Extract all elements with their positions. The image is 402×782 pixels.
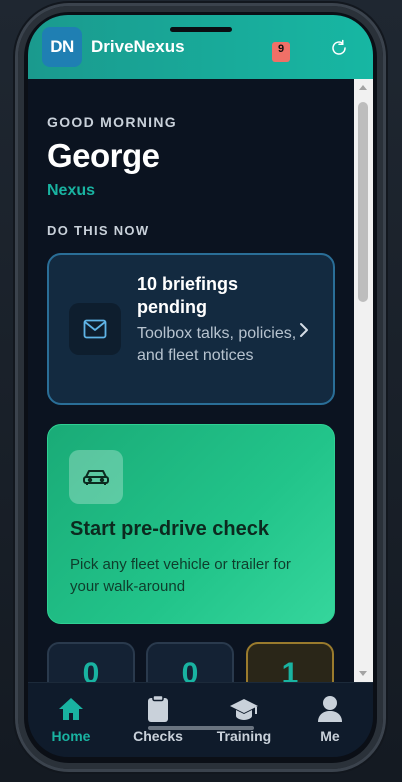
tab-checks[interactable]: Checks — [123, 695, 193, 744]
tab-training[interactable]: Training — [209, 695, 279, 744]
tab-label: Me — [320, 728, 340, 744]
pre-drive-subtitle: Pick any fleet vehicle or trailer for yo… — [70, 556, 291, 595]
clipboard-icon — [123, 695, 193, 723]
tab-label: Home — [51, 728, 91, 744]
tab-label: Checks — [133, 728, 183, 744]
chevron-right-icon — [300, 323, 308, 337]
main-content: GOOD MORNING George Nexus DO THIS NOW 10… — [28, 79, 354, 682]
bottom-tab-bar: Home Checks Training Me — [28, 682, 373, 757]
stat-value: 0 — [181, 657, 199, 682]
briefings-title: 10 briefings pending — [137, 274, 239, 317]
stat-value: 0 — [82, 657, 100, 682]
stat-value: 1 — [281, 657, 299, 682]
scroll-up-arrow[interactable] — [359, 85, 367, 90]
tab-label: Training — [216, 728, 272, 744]
app-logo: DN — [42, 27, 82, 67]
stat-card-warning[interactable]: 1 — [246, 642, 334, 682]
app-screen: DN DriveNexus 9 GOOD MORNING George Nexu… — [28, 15, 373, 757]
graduation-cap-icon — [209, 695, 279, 723]
pre-drive-title: Start pre-drive check — [70, 518, 269, 540]
briefings-card[interactable]: 10 briefings pending Toolbox talks, poli… — [47, 253, 335, 405]
scrollbar[interactable] — [354, 79, 373, 682]
user-icon — [295, 695, 365, 723]
scroll-down-arrow[interactable] — [359, 671, 367, 676]
scroll-thumb[interactable] — [358, 102, 368, 302]
app-header: DN DriveNexus 9 — [28, 15, 373, 79]
car-icon — [69, 450, 123, 504]
phone-speaker — [170, 27, 232, 32]
refresh-icon[interactable] — [330, 39, 348, 57]
pre-drive-check-card[interactable]: Start pre-drive check Pick any fleet veh… — [47, 424, 335, 624]
home-indicator[interactable] — [148, 726, 254, 730]
mail-icon — [69, 303, 121, 355]
tab-home[interactable]: Home — [36, 695, 106, 744]
briefings-subtitle: Toolbox talks, policies, and fleet notic… — [137, 325, 297, 364]
greeting-label: GOOD MORNING — [47, 114, 177, 130]
stat-card[interactable]: 0 — [146, 642, 234, 682]
stat-card[interactable]: 0 — [47, 642, 135, 682]
section-label: DO THIS NOW — [47, 223, 150, 238]
notification-badge[interactable]: 9 — [272, 42, 290, 62]
tab-me[interactable]: Me — [295, 695, 365, 744]
user-name: George — [47, 137, 160, 174]
organization-name: Nexus — [47, 182, 96, 199]
home-icon — [36, 695, 106, 723]
app-title: DriveNexus — [91, 37, 185, 56]
